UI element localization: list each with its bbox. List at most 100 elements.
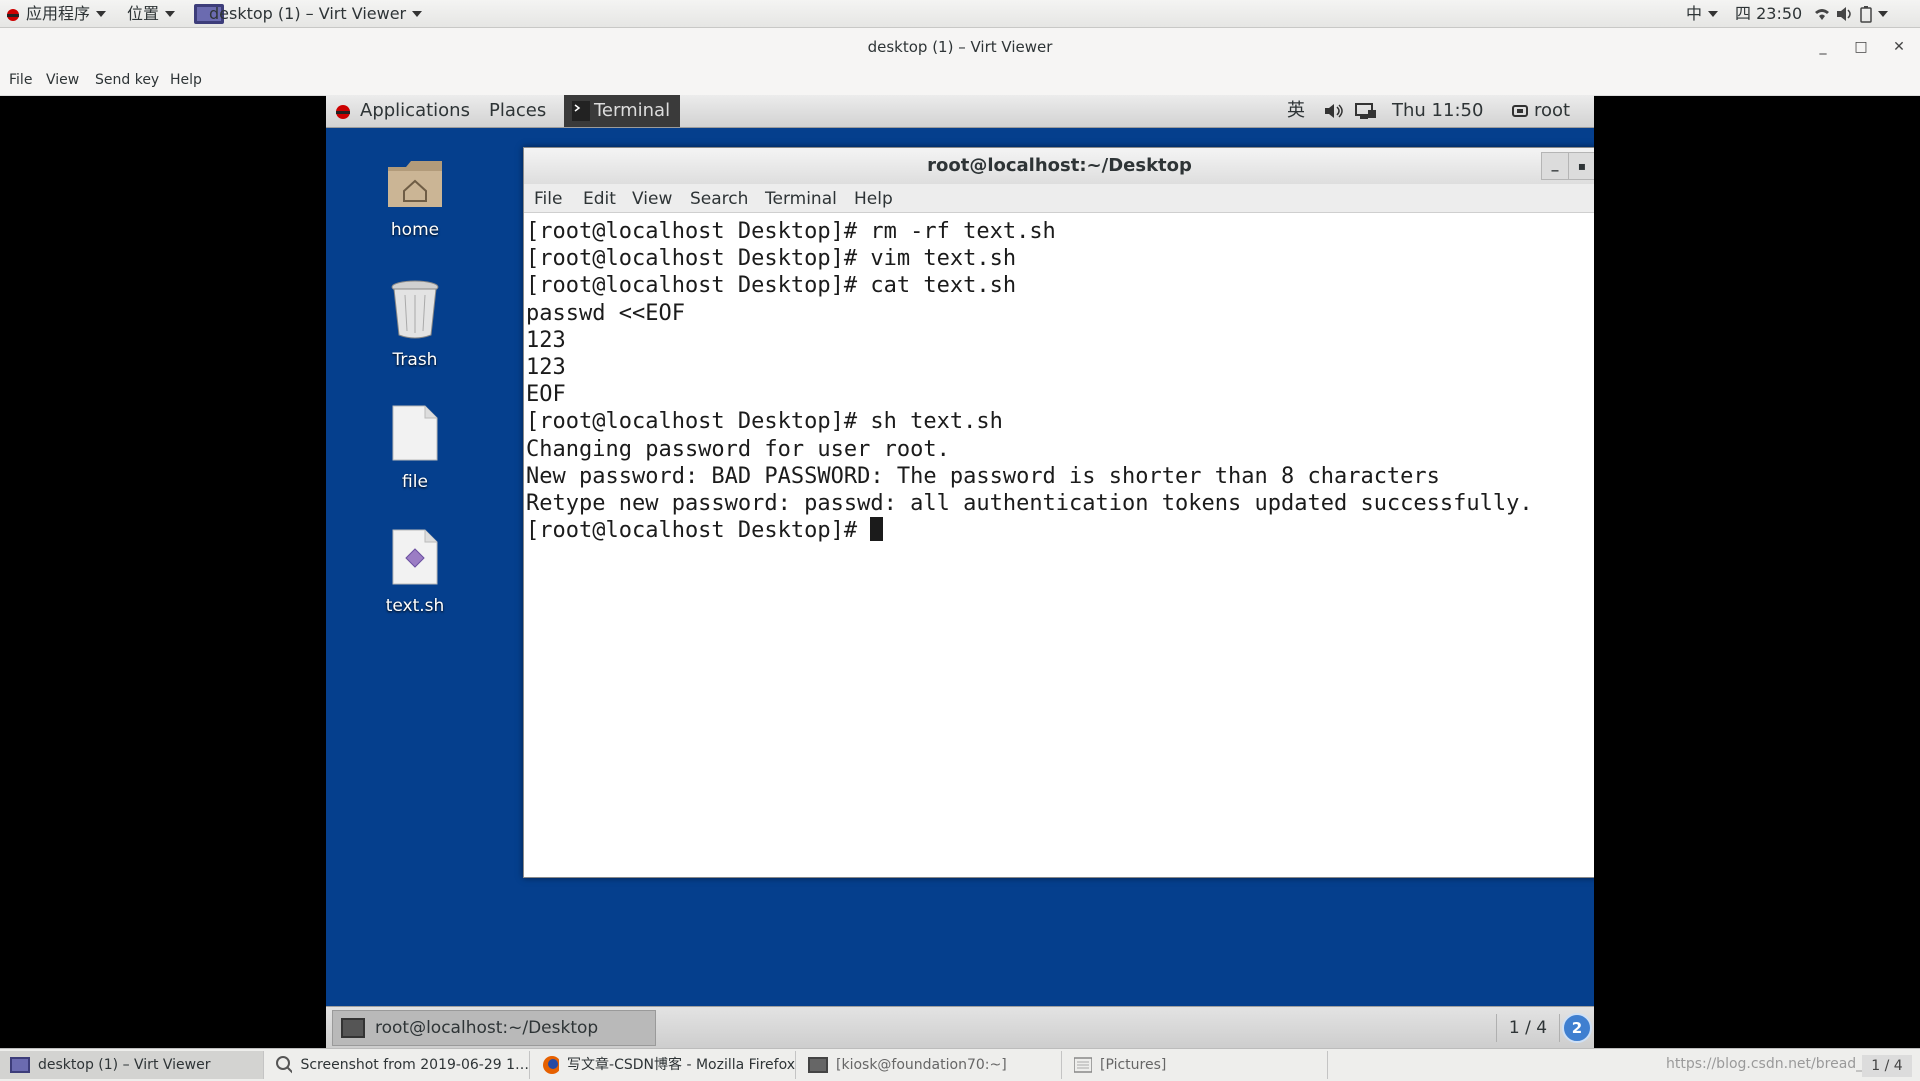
menu-help[interactable]: Help (170, 72, 202, 88)
desktop-icon-label: home (390, 220, 440, 240)
terminal-menubar: File Edit View Search Terminal Help (524, 184, 1594, 213)
host-apps-menu[interactable]: 应用程序 (6, 3, 107, 25)
wifi-icon (1815, 9, 1829, 20)
folder-home-icon (388, 161, 442, 207)
system-status-menu[interactable] (1814, 3, 1888, 25)
host-workspace-indicator[interactable]: 1 / 4 (1862, 1055, 1912, 1077)
guest-bottom-panel: root@localhost:~/Desktop 1 / 4 2 (326, 1006, 1594, 1048)
guest-user-menu[interactable]: root (1512, 95, 1570, 127)
guest-desktop[interactable]: Applications Places Terminal 英 Thu 11:50… (326, 95, 1594, 1048)
host-task-label: 写文章-CSDN博客 - Mozilla Firefox (567, 1057, 795, 1073)
chevron-down-icon (412, 11, 423, 17)
host-task-label: desktop (1) – Virt Viewer (38, 1057, 211, 1073)
terminal-line: 123 (526, 355, 566, 381)
virt-viewer-titlebar[interactable]: desktop (1) – Virt Viewer _ □ ✕ (0, 28, 1920, 66)
host-taskbar: desktop (1) – Virt Viewer Screenshot fro… (0, 1048, 1920, 1081)
power-icon (1512, 105, 1528, 117)
terminal-menu-file[interactable]: File (534, 189, 562, 209)
terminal-line: EOF (526, 382, 566, 408)
host-task-pictures[interactable]: [Pictures] (1064, 1051, 1328, 1079)
guest-terminal-menu[interactable]: Terminal (564, 95, 680, 127)
guest-input-method[interactable]: 英 (1287, 95, 1305, 127)
input-method-menu[interactable]: 中 (1686, 3, 1719, 25)
host-places-menu[interactable]: 位置 (127, 3, 176, 25)
host-apps-label: 应用程序 (26, 4, 91, 23)
terminal-title: root@localhost:~/Desktop (927, 155, 1192, 176)
chevron-down-icon (1878, 11, 1888, 17)
terminal-output[interactable]: [root@localhost Desktop]# rm -rf text.sh… (526, 218, 1593, 873)
virt-viewer-icon (10, 1057, 30, 1073)
guest-terminal-label: Terminal (594, 100, 671, 121)
guest-task-terminal[interactable]: root@localhost:~/Desktop (332, 1010, 656, 1046)
menu-send-key[interactable]: Send key (95, 72, 159, 88)
desktop-icon-text-sh[interactable]: text.sh (360, 529, 470, 616)
guest-user-label: root (1534, 100, 1571, 121)
terminal-prompt: [root@localhost Desktop]# (526, 518, 871, 544)
desktop-icon-home[interactable]: home (360, 157, 470, 240)
host-task-virt-viewer[interactable]: desktop (1) – Virt Viewer (0, 1051, 264, 1079)
trash-icon (391, 280, 439, 339)
terminal-line: [root@localhost Desktop]# sh text.sh (526, 409, 1003, 435)
guest-volume-icon[interactable] (1324, 95, 1346, 127)
maximize-icon[interactable]: ▪ (1568, 152, 1594, 180)
guest-network-icon[interactable] (1355, 95, 1377, 127)
terminal-menu-edit[interactable]: Edit (583, 189, 616, 209)
host-task-firefox[interactable]: 写文章-CSDN博客 - Mozilla Firefox (532, 1051, 796, 1079)
watermark: https://blog.csdn.net/bread_w (1666, 1056, 1875, 1072)
screenshot-icon (276, 1056, 293, 1074)
guest-clock[interactable]: Thu 11:50 (1392, 95, 1483, 127)
host-places-label: 位置 (127, 4, 160, 23)
firefox-icon (543, 1056, 560, 1074)
desktop-icon-file[interactable]: file (360, 405, 470, 492)
terminal-icon (341, 1018, 365, 1038)
host-task-terminal[interactable]: [kiosk@foundation70:~] (798, 1051, 1062, 1079)
terminal-menu-help[interactable]: Help (854, 189, 893, 209)
desktop-icon-label: text.sh (385, 596, 445, 616)
terminal-window[interactable]: root@localhost:~/Desktop _ ▪ File Edit V… (523, 147, 1594, 878)
chevron-down-icon (165, 11, 176, 17)
terminal-line: [root@localhost Desktop]# cat text.sh (526, 273, 1017, 299)
host-clock[interactable]: 四 23:50 (1735, 3, 1802, 25)
minimize-icon[interactable]: _ (1808, 28, 1838, 66)
terminal-line: passwd <<EOF (526, 300, 685, 326)
redhat-icon (7, 9, 19, 21)
terminal-line: [root@localhost Desktop]# rm -rf text.sh (526, 219, 1056, 244)
notification-badge[interactable]: 2 (1562, 1013, 1592, 1043)
menu-file[interactable]: File (9, 72, 32, 88)
input-method-label: 中 (1686, 4, 1703, 23)
terminal-prompt-line[interactable]: [root@localhost Desktop]# (526, 517, 1593, 544)
volume-icon (1837, 7, 1851, 21)
virt-viewer-title: desktop (1) – Virt Viewer (867, 38, 1053, 56)
text-cursor (870, 517, 884, 542)
chevron-down-icon (1708, 11, 1719, 17)
desktop-icon-trash[interactable]: Trash (360, 279, 470, 370)
host-window-menu[interactable]: desktop (1) – Virt Viewer (193, 3, 423, 25)
terminal-line: Retype new password: passwd: all authent… (526, 491, 1533, 517)
battery-icon (1860, 6, 1872, 23)
host-top-panel: 应用程序 位置 desktop (1) – Virt Viewer 中 四 23… (0, 0, 1920, 28)
close-icon[interactable]: ✕ (1884, 28, 1914, 66)
script-file-icon (392, 529, 438, 585)
host-task-screenshot[interactable]: Screenshot from 2019-06-29 1… (266, 1051, 530, 1079)
desktop-icon-label: file (402, 472, 428, 492)
host-task-label: [kiosk@foundation70:~] (836, 1057, 1007, 1073)
guest-top-panel: Applications Places Terminal 英 Thu 11:50… (326, 95, 1594, 128)
terminal-titlebar[interactable]: root@localhost:~/Desktop _ ▪ (524, 148, 1594, 184)
guest-applications-menu[interactable]: Applications (334, 95, 470, 127)
terminal-icon (808, 1057, 828, 1073)
guest-applications-label: Applications (360, 100, 470, 121)
redhat-icon (336, 105, 350, 119)
terminal-menu-search[interactable]: Search (690, 189, 748, 209)
terminal-icon (572, 101, 590, 121)
terminal-menu-terminal[interactable]: Terminal (765, 189, 837, 209)
desktop-icon-label: Trash (392, 350, 438, 370)
host-window-label: desktop (1) – Virt Viewer (209, 4, 407, 23)
host-clock-label: 四 23:50 (1735, 4, 1803, 23)
guest-places-menu[interactable]: Places (489, 95, 546, 127)
terminal-menu-view[interactable]: View (632, 189, 672, 209)
menu-view[interactable]: View (46, 72, 79, 88)
guest-workspace-indicator[interactable]: 1 / 4 (1496, 1014, 1560, 1042)
minimize-icon[interactable]: _ (1541, 152, 1569, 180)
terminal-line: Changing password for user root. (526, 436, 950, 462)
maximize-icon[interactable]: □ (1846, 28, 1876, 66)
